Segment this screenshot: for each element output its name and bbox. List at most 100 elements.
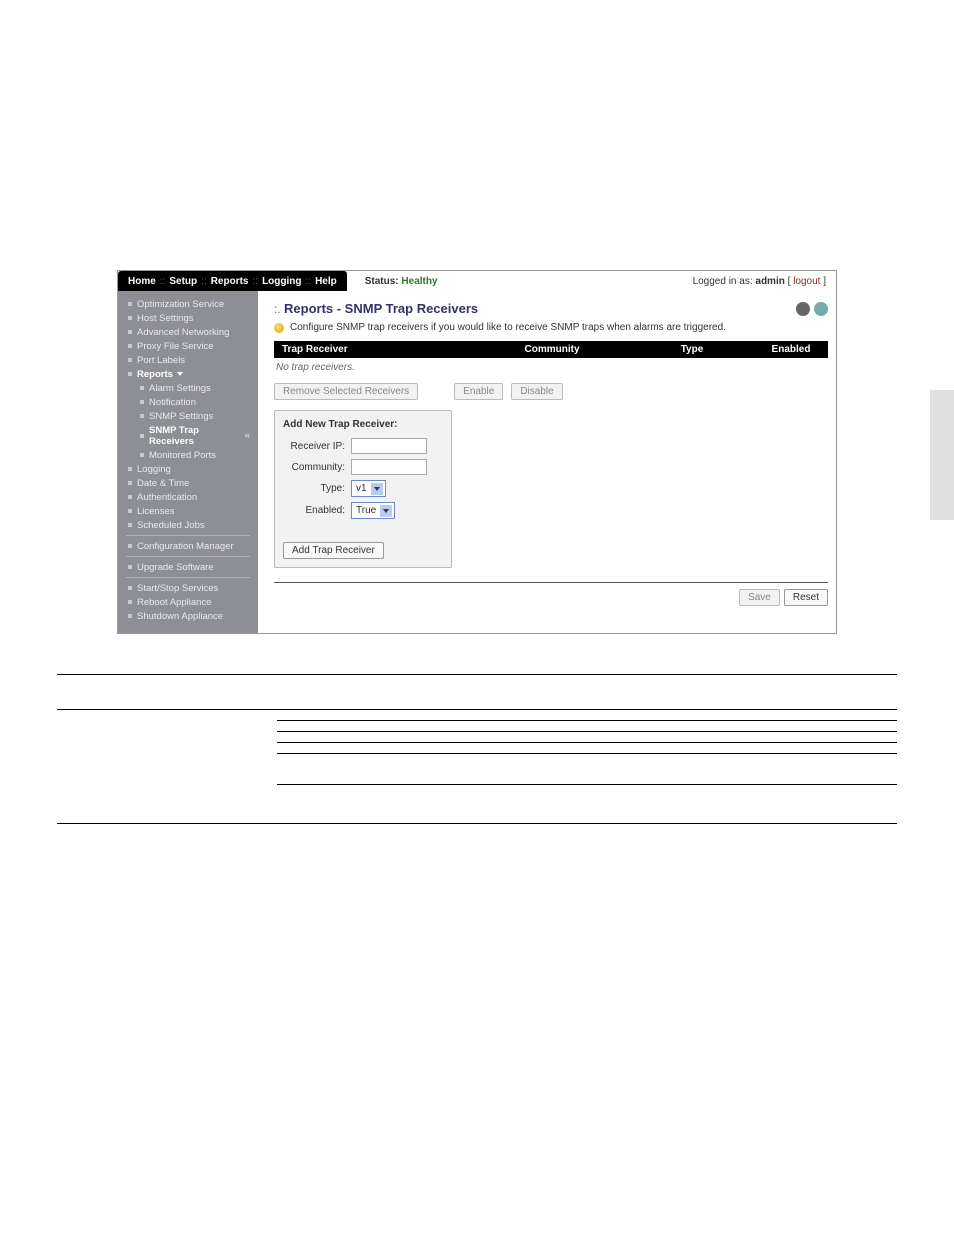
sidebar-item-label: Upgrade Software	[137, 562, 214, 573]
chevron-down-icon	[371, 483, 383, 495]
label-community: Community:	[283, 462, 351, 473]
sidebar-item-alarm[interactable]: Alarm Settings	[140, 381, 258, 395]
sidebar-item-auth[interactable]: Authentication	[118, 490, 258, 504]
top-bar: Home :: Setup :: Reports :: Logging :: H…	[118, 271, 836, 291]
save-button[interactable]: Save	[739, 589, 780, 606]
sidebar-item-label: Date & Time	[137, 478, 189, 489]
login-user: admin	[755, 276, 784, 287]
col-enabled: Enabled	[762, 344, 820, 355]
type-select[interactable]: v1	[351, 480, 386, 497]
logout-link[interactable]: logout	[793, 276, 820, 287]
sidebar-item-label: Configuration Manager	[137, 541, 234, 552]
page-edge-tab	[930, 390, 954, 520]
nav-setup[interactable]: Setup	[165, 276, 201, 287]
sidebar-item-label: Optimization Service	[137, 299, 224, 310]
sidebar-item-label: Advanced Networking	[137, 327, 229, 338]
sidebar-item-label: Scheduled Jobs	[137, 520, 205, 531]
chevron-down-icon	[380, 505, 392, 517]
enabled-value: True	[356, 505, 376, 516]
sidebar-item-startstop[interactable]: Start/Stop Services	[118, 581, 258, 595]
community-input[interactable]	[351, 459, 427, 475]
sidebar-item-advnet[interactable]: Advanced Networking	[118, 325, 258, 339]
label-enabled: Enabled:	[283, 505, 351, 516]
sidebar-item-label: Start/Stop Services	[137, 583, 218, 594]
sidebar-item-label: Logging	[137, 464, 171, 475]
sidebar-item-licenses[interactable]: Licenses	[118, 504, 258, 518]
sidebar-item-label: Port Labels	[137, 355, 185, 366]
page-title: :. Reports - SNMP Trap Receivers	[274, 301, 478, 316]
nav-logging[interactable]: Logging	[258, 276, 305, 287]
sidebar-item-datetime[interactable]: Date & Time	[118, 476, 258, 490]
rule-line	[277, 753, 897, 754]
rule-line	[277, 742, 897, 743]
add-trap-form: Add New Trap Receiver: Receiver IP: Comm…	[274, 410, 452, 568]
reset-button[interactable]: Reset	[784, 589, 828, 606]
nav-home[interactable]: Home	[124, 276, 160, 287]
print-icon[interactable]	[814, 302, 828, 316]
sidebar-item-optimization[interactable]: Optimization Service	[118, 297, 258, 311]
sidebar-item-label: Proxy File Service	[137, 341, 214, 352]
enabled-select[interactable]: True	[351, 502, 395, 519]
status-indicator: Status: Healthy	[365, 276, 438, 287]
main-nav: Home :: Setup :: Reports :: Logging :: H…	[118, 271, 347, 291]
sidebar-item-reports[interactable]: Reports	[118, 367, 258, 381]
nav-help[interactable]: Help	[311, 276, 341, 287]
sidebar-item-label: Alarm Settings	[149, 383, 211, 394]
enable-button[interactable]: Enable	[454, 383, 503, 400]
nav-reports[interactable]: Reports	[207, 276, 253, 287]
add-trap-receiver-button[interactable]: Add Trap Receiver	[283, 542, 384, 559]
hint-row: Configure SNMP trap receivers if you wou…	[274, 322, 828, 333]
status-label: Status:	[365, 276, 399, 287]
rule-line	[57, 709, 897, 710]
sidebar-item-reboot[interactable]: Reboot Appliance	[118, 595, 258, 609]
sidebar-item-portlabels[interactable]: Port Labels	[118, 353, 258, 367]
rule-line	[277, 720, 897, 721]
sidebar-item-proxy[interactable]: Proxy File Service	[118, 339, 258, 353]
hint-text: Configure SNMP trap receivers if you wou…	[290, 322, 726, 333]
sidebar-item-label: Notification	[149, 397, 196, 408]
title-prefix: :.	[274, 302, 284, 316]
sidebar-item-shutdown[interactable]: Shutdown Appliance	[118, 609, 258, 623]
sidebar-item-label: Authentication	[137, 492, 197, 503]
sidebar-item-label: SNMP Settings	[149, 411, 213, 422]
title-text: Reports - SNMP Trap Receivers	[284, 301, 478, 316]
sidebar: Optimization Service Host Settings Advan…	[118, 291, 258, 633]
sidebar-item-config[interactable]: Configuration Manager	[118, 539, 258, 553]
sidebar-item-monitored[interactable]: Monitored Ports	[140, 448, 258, 462]
login-info: Logged in as: admin [ logout ]	[693, 276, 836, 287]
sidebar-item-label: Monitored Ports	[149, 450, 216, 461]
sidebar-item-label: Reboot Appliance	[137, 597, 211, 608]
status-value: Healthy	[401, 276, 437, 287]
sidebar-item-label: Reports	[137, 369, 173, 380]
active-marker: «	[245, 430, 250, 441]
rule-line	[57, 823, 897, 824]
sidebar-item-host[interactable]: Host Settings	[118, 311, 258, 325]
col-community: Community	[482, 344, 622, 355]
rule-line	[57, 674, 897, 675]
rule-line	[277, 731, 897, 732]
table-empty: No trap receivers.	[274, 358, 828, 383]
col-type: Type	[622, 344, 762, 355]
remove-selected-button[interactable]: Remove Selected Receivers	[274, 383, 418, 400]
label-receiver-ip: Receiver IP:	[283, 441, 351, 452]
disable-button[interactable]: Disable	[511, 383, 562, 400]
sidebar-item-label: Host Settings	[137, 313, 194, 324]
label-type: Type:	[283, 483, 351, 494]
sidebar-item-logging[interactable]: Logging	[118, 462, 258, 476]
receiver-ip-input[interactable]	[351, 438, 427, 454]
below-lines	[57, 674, 897, 824]
sidebar-item-sched[interactable]: Scheduled Jobs	[118, 518, 258, 532]
sidebar-item-snmp-trap[interactable]: SNMP Trap Receivers «	[140, 423, 258, 448]
type-value: v1	[356, 483, 367, 494]
rule-line	[277, 784, 897, 785]
sidebar-item-label: SNMP Trap Receivers	[149, 425, 245, 447]
refresh-icon[interactable]	[796, 302, 810, 316]
sidebar-item-upgrade[interactable]: Upgrade Software	[118, 560, 258, 574]
lightbulb-icon	[274, 323, 284, 333]
sidebar-item-notification[interactable]: Notification	[140, 395, 258, 409]
table-header: Trap Receiver Community Type Enabled	[274, 341, 828, 358]
form-title: Add New Trap Receiver:	[283, 419, 443, 430]
sidebar-item-snmp-settings[interactable]: SNMP Settings	[140, 409, 258, 423]
sidebar-item-label: Shutdown Appliance	[137, 611, 223, 622]
content-panel: :. Reports - SNMP Trap Receivers Configu…	[258, 291, 836, 633]
